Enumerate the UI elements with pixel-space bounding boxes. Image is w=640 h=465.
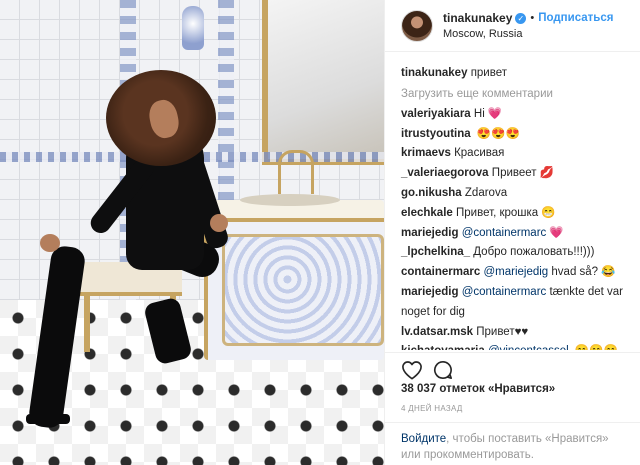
author-username[interactable]: tinakunakey	[443, 11, 512, 25]
comment-text: Привет, крошка	[456, 206, 539, 219]
action-bar	[385, 352, 640, 380]
comment-row: go.nikusha Zdarova	[401, 184, 624, 204]
comment-emoji: 😁	[541, 206, 556, 219]
vanity-cabinet	[204, 200, 384, 360]
header-row: tinakunakey ✓ • Подписаться	[443, 11, 613, 25]
comment-row: valeriyakiara Hi 💗	[401, 105, 624, 125]
comment-row: kichatovamaria @vincentcassel,😁😁😁	[401, 342, 624, 350]
comment-username[interactable]: _lpchelkina_	[401, 246, 470, 258]
comment-row: mariejedig @containermarc tænkte det var…	[401, 283, 624, 323]
post-header: tinakunakey ✓ • Подписаться Moscow, Russ…	[385, 0, 640, 52]
avatar[interactable]	[401, 9, 433, 42]
caption-username[interactable]: tinakunakey	[401, 67, 467, 79]
post-photo[interactable]	[0, 0, 384, 465]
comment-emoji: 😍😍😍	[476, 127, 520, 140]
location-link[interactable]: Moscow, Russia	[443, 28, 613, 40]
mirror	[262, 0, 384, 165]
comment-icon[interactable]	[433, 360, 453, 380]
caption: tinakunakey привет	[401, 64, 624, 84]
post-container: tinakunakey ✓ • Подписаться Moscow, Russ…	[0, 0, 640, 465]
login-prompt: Войдите, чтобы поставить «Нравится» или …	[385, 422, 640, 465]
comment-row: _valeriaegorova Привеет 💋	[401, 164, 624, 184]
comment-row: _lpchelkina_ Добро пожаловать!!!)))	[401, 243, 624, 263]
comment-username[interactable]: mariejedig	[401, 227, 459, 239]
verified-badge-icon: ✓	[515, 12, 527, 24]
post-time[interactable]: 4 ДНЕЙ НАЗАД	[401, 404, 463, 413]
comment-text: Hi	[473, 107, 485, 120]
comment-username[interactable]: valeriyakiara	[401, 108, 471, 120]
comment-text: Красивая	[454, 147, 505, 160]
comment-username[interactable]: kichatovamaria	[401, 345, 485, 350]
comment-mention[interactable]: @containermarc	[462, 227, 547, 239]
separator: •	[530, 12, 535, 24]
comment-row: containermarc @mariejedig hvad så? 😂	[401, 263, 624, 283]
person-hand	[210, 214, 228, 232]
comment-rows: valeriyakiara Hi 💗 itrustyoutina 😍😍😍 krimae…	[401, 105, 624, 350]
comment-emoji: 💗	[487, 107, 503, 120]
comment-username[interactable]: containermarc	[401, 266, 480, 278]
vase	[182, 6, 204, 50]
comment-mention[interactable]: @mariejedig	[483, 266, 548, 278]
comment-text: ,	[569, 345, 572, 350]
comment-emoji: 😁😁😁	[575, 345, 618, 350]
comment-text: Zdarova	[464, 186, 508, 199]
caption-text: привет	[470, 67, 507, 79]
comment-emoji: 😂	[601, 266, 616, 279]
heart-icon[interactable]	[401, 360, 423, 380]
follow-button[interactable]: Подписаться	[538, 12, 613, 24]
comment-text: Привет♥♥	[476, 325, 529, 338]
comment-username[interactable]: krimaevs	[401, 147, 451, 159]
comment-username[interactable]: mariejedig	[401, 286, 459, 298]
person-hand	[40, 234, 60, 252]
faucet	[278, 150, 314, 194]
person-heel	[26, 414, 70, 424]
likes-count[interactable]: 38 037 отметок «Нравится»	[401, 383, 555, 395]
comment-row: lv.datsar.msk Привет♥♥	[401, 323, 624, 343]
comment-text: Добро пожаловать!!!)))	[473, 246, 595, 259]
comment-row: krimaevs Красивая	[401, 144, 624, 164]
load-more-comments-button[interactable]: Загрузить еще комментарии	[401, 84, 624, 105]
post-sidebar: tinakunakey ✓ • Подписаться Moscow, Russ…	[384, 0, 640, 465]
comment-row: elechkale Привет, крошка 😁	[401, 204, 624, 224]
comment-username[interactable]: elechkale	[401, 207, 453, 219]
comment-username[interactable]: itrustyoutina	[401, 128, 471, 140]
header-info: tinakunakey ✓ • Подписаться Moscow, Russ…	[443, 11, 613, 40]
comment-username[interactable]: _valeriaegorova	[401, 167, 489, 179]
comments-list: tinakunakey привет Загрузить еще коммент…	[385, 52, 640, 350]
comment-username[interactable]: lv.datsar.msk	[401, 326, 473, 338]
comment-mention[interactable]: @containermarc	[462, 286, 547, 298]
comment-row: mariejedig @containermarc 💗	[401, 224, 624, 244]
comment-username[interactable]: go.nikusha	[401, 187, 462, 199]
comment-text: Привеет	[491, 167, 537, 180]
comment-mention[interactable]: @vincentcassel	[488, 345, 569, 350]
comment-row: itrustyoutina 😍😍😍	[401, 125, 624, 145]
sink-basin	[240, 194, 340, 206]
comment-emoji: 💋	[539, 167, 554, 180]
comment-text: hvad så?	[551, 266, 599, 279]
login-link[interactable]: Войдите	[401, 433, 446, 445]
comment-emoji: 💗	[549, 226, 564, 239]
